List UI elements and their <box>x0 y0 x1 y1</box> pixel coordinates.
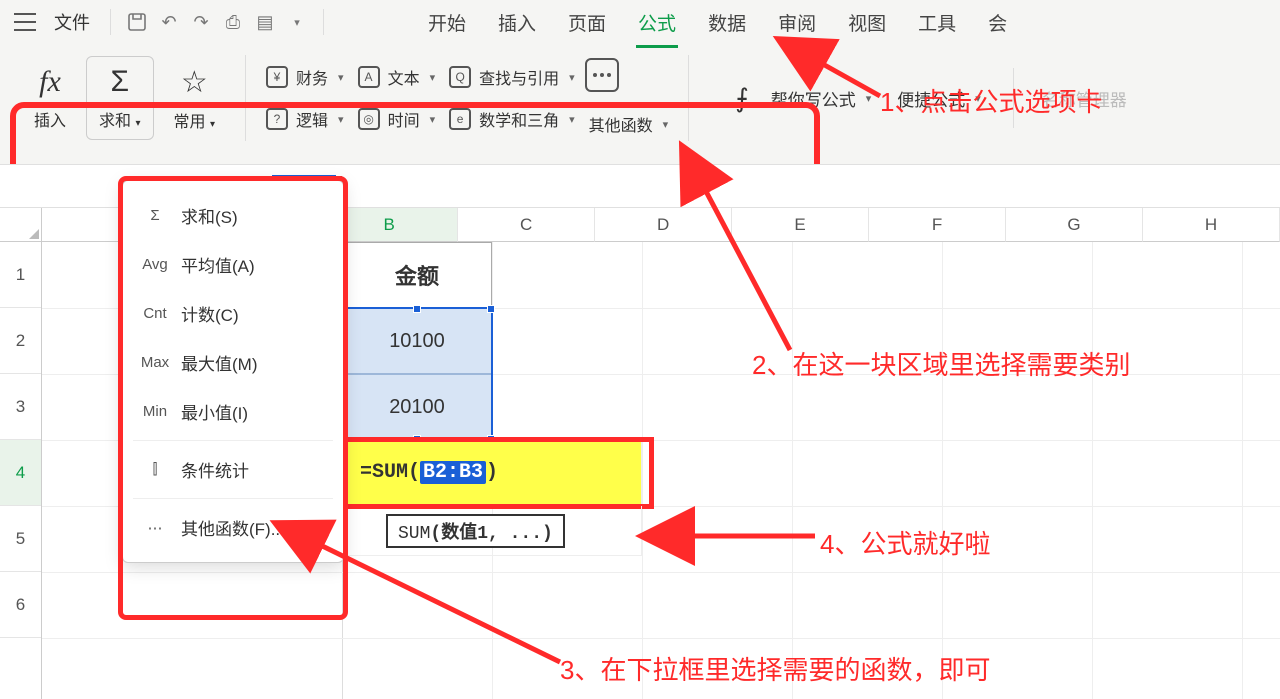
divider <box>110 9 111 35</box>
ai-formula-icon: ⨍ <box>735 83 749 114</box>
function-tooltip: SUM(数值1, ...) <box>386 514 565 548</box>
cell-b3[interactable]: 20100 <box>342 374 492 440</box>
math-button[interactable]: e数学和三角▾ <box>445 105 579 133</box>
b4-prefix: =SUM( <box>360 461 420 484</box>
print-icon[interactable]: ⎙ <box>219 8 247 36</box>
dd-sum[interactable]: Σ求和(S) <box>123 191 343 240</box>
max-icon: Max <box>141 354 169 371</box>
sum-dropdown: Σ求和(S) Avg平均值(A) Cnt计数(C) Max最大值(M) Min最… <box>122 180 344 563</box>
tab-review[interactable]: 审阅 <box>776 3 818 42</box>
row-headers: 1 2 3 4 5 6 <box>0 242 42 699</box>
common-label: 常用 ▾ <box>174 108 216 132</box>
cell-b2[interactable]: 10100 <box>342 308 492 374</box>
cond-icon: ⫿ <box>141 461 169 478</box>
cell-b4-editing[interactable]: =SUM(B2:B3) <box>342 440 642 506</box>
file-menu[interactable]: 文件 <box>46 9 98 35</box>
tab-insert[interactable]: 插入 <box>496 3 538 42</box>
b4-suffix: ) <box>486 461 498 484</box>
more-icon[interactable] <box>585 58 619 92</box>
min-icon: Min <box>141 403 169 420</box>
b4-ref: B2:B3 <box>420 461 486 484</box>
other-func-button[interactable]: 其他函数▾ <box>585 110 673 138</box>
cnt-icon: Cnt <box>141 305 169 322</box>
ribbon-col-1: ¥财务▾ ?逻辑▾ <box>262 63 348 133</box>
divider <box>245 55 246 141</box>
row-header-4[interactable]: 4 <box>0 440 41 506</box>
fx-icon: fx <box>39 65 61 99</box>
question-icon: ? <box>266 108 288 130</box>
avg-icon: Avg <box>141 256 169 273</box>
lookup-button[interactable]: Q查找与引用▾ <box>445 63 579 91</box>
search-icon: Q <box>449 66 471 88</box>
help-formula-button[interactable]: 帮你写公式▾ <box>767 84 876 113</box>
a-icon: A <box>358 66 380 88</box>
dd-min[interactable]: Min最小值(I) <box>123 387 343 436</box>
tab-tools[interactable]: 工具 <box>916 3 958 42</box>
annotation-1: 1、点击公式选项卡 <box>880 82 1102 119</box>
more-icon: ⋯ <box>141 519 169 537</box>
tab-formula[interactable]: 公式 <box>636 3 678 42</box>
col-header-h[interactable]: H <box>1143 208 1280 242</box>
sigma-icon: Σ <box>141 207 169 224</box>
name-box[interactable] <box>12 171 132 201</box>
dd-avg[interactable]: Avg平均值(A) <box>123 240 343 289</box>
dd-more[interactable]: ⋯其他函数(F)... <box>123 503 343 552</box>
ribbon-col-3: Q查找与引用▾ e数学和三角▾ <box>445 63 579 133</box>
logic-button[interactable]: ?逻辑▾ <box>262 105 348 133</box>
sum-label: 求和 ▾ <box>99 107 141 131</box>
caret-icon[interactable]: ▾ <box>283 8 311 36</box>
col-header-f[interactable]: F <box>869 208 1006 242</box>
sigma-icon: Σ <box>110 65 129 99</box>
col-header-g[interactable]: G <box>1006 208 1143 242</box>
e-icon: e <box>449 108 471 130</box>
col-header-d[interactable]: D <box>595 208 732 242</box>
row-header-2[interactable]: 2 <box>0 308 41 374</box>
divider <box>133 440 333 441</box>
insert-fx-label: 插入 <box>34 107 66 131</box>
text-button[interactable]: A文本▾ <box>354 63 440 91</box>
tab-member[interactable]: 会 <box>986 3 1009 42</box>
tab-start[interactable]: 开始 <box>426 3 468 42</box>
dd-cond[interactable]: ⫿条件统计 <box>123 445 343 494</box>
annotation-2: 2、在这一块区域里选择需要类别 <box>752 345 1130 382</box>
sum-button[interactable]: Σ 求和 ▾ <box>86 56 154 140</box>
menubar: 文件 ↶ ↷ ⎙ ▤ ▾ 开始 插入 页面 公式 数据 审阅 视图 工具 会 <box>0 0 1280 44</box>
divider <box>133 498 333 499</box>
clock-icon: ◎ <box>358 108 380 130</box>
row-header-1[interactable]: 1 <box>0 242 41 308</box>
tab-view[interactable]: 视图 <box>846 3 888 42</box>
save-icon[interactable] <box>123 8 151 36</box>
undo-icon[interactable]: ↶ <box>155 8 183 36</box>
col-header-e[interactable]: E <box>732 208 869 242</box>
col-header-c[interactable]: C <box>458 208 595 242</box>
formula-input[interactable]: =SUM(B2:B3) <box>212 175 1268 198</box>
select-all-corner[interactable] <box>0 208 42 242</box>
menu-tabs: 开始 插入 页面 公式 数据 审阅 视图 工具 会 <box>426 3 1009 42</box>
dd-cnt[interactable]: Cnt计数(C) <box>123 289 343 338</box>
preview-icon[interactable]: ▤ <box>251 8 279 36</box>
divider <box>688 55 689 141</box>
divider <box>323 9 324 35</box>
insert-fx-button[interactable]: fx 插入 <box>20 65 80 131</box>
cell-b5[interactable]: SUM(数值1, ...) <box>342 506 642 556</box>
common-button[interactable]: ☆ 常用 ▾ <box>160 65 230 132</box>
ribbon-col-4: 其他函数▾ <box>585 58 673 138</box>
finance-button[interactable]: ¥财务▾ <box>262 63 348 91</box>
row-header-3[interactable]: 3 <box>0 374 41 440</box>
tab-page[interactable]: 页面 <box>566 3 608 42</box>
annotation-3: 3、在下拉框里选择需要的函数，即可 <box>560 650 990 687</box>
time-button[interactable]: ◎时间▾ <box>354 105 440 133</box>
tab-data[interactable]: 数据 <box>706 3 748 42</box>
row-header-5[interactable]: 5 <box>0 506 41 572</box>
row-header-6[interactable]: 6 <box>0 572 41 638</box>
annotation-4: 4、公式就好啦 <box>820 524 990 561</box>
dd-max[interactable]: Max最大值(M) <box>123 338 343 387</box>
redo-icon[interactable]: ↷ <box>187 8 215 36</box>
cell-b1[interactable]: 金额 <box>342 242 492 308</box>
hamburger-icon[interactable] <box>14 13 36 31</box>
star-icon: ☆ <box>181 65 208 100</box>
yen-icon: ¥ <box>266 66 288 88</box>
ribbon-col-2: A文本▾ ◎时间▾ <box>354 63 440 133</box>
